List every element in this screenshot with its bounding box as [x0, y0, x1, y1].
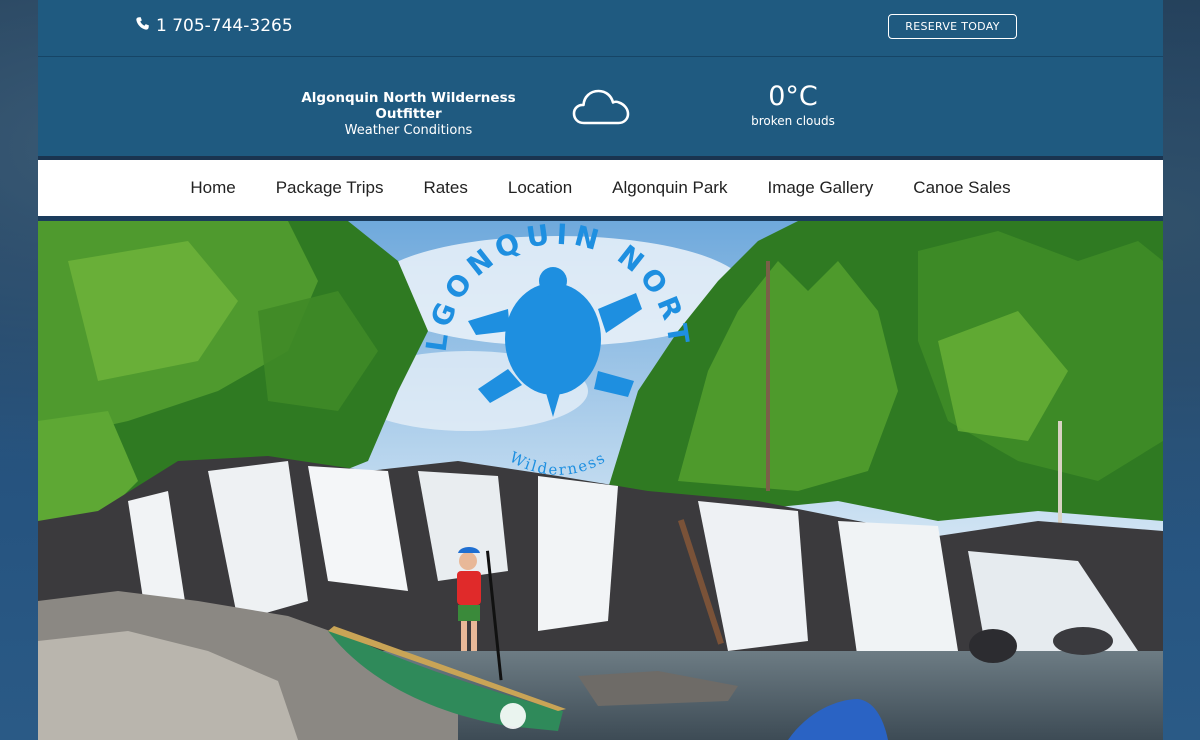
weather-description: broken clouds [751, 114, 835, 128]
cloud-icon [572, 85, 630, 127]
nav-location[interactable]: Location [508, 178, 572, 198]
hero-image: ALGONQUIN NORTH Wilderness [38, 221, 1163, 740]
page: 1 705-744-3265 RESERVE TODAY Algonquin N… [38, 0, 1163, 740]
nav-canoe-sales[interactable]: Canoe Sales [913, 178, 1010, 198]
phone-number: 1 705-744-3265 [156, 16, 293, 36]
temperature-value: 0°C [768, 81, 818, 112]
nav-home[interactable]: Home [190, 178, 235, 198]
nav-image-gallery[interactable]: Image Gallery [767, 178, 873, 198]
temperature-display: 0°C broken clouds [738, 81, 848, 128]
nav-package-trips[interactable]: Package Trips [276, 178, 384, 198]
phone-contact[interactable]: 1 705-744-3265 [135, 16, 293, 36]
nav-algonquin-park[interactable]: Algonquin Park [612, 178, 727, 198]
weather-subtitle: Weather Conditions [344, 123, 473, 138]
reserve-today-button[interactable]: RESERVE TODAY [888, 14, 1017, 39]
main-nav: Home Package Trips Rates Location Algonq… [38, 160, 1163, 216]
weather-widget: Algonquin North Wilderness Outfitter Wea… [38, 57, 1163, 156]
top-bar: 1 705-744-3265 RESERVE TODAY [38, 0, 1163, 57]
weather-title: Algonquin North Wilderness Outfitter [301, 90, 516, 122]
nav-rates[interactable]: Rates [423, 178, 467, 198]
weather-heading: Algonquin North Wilderness Outfitter Wea… [270, 90, 547, 138]
phone-icon [135, 16, 150, 36]
